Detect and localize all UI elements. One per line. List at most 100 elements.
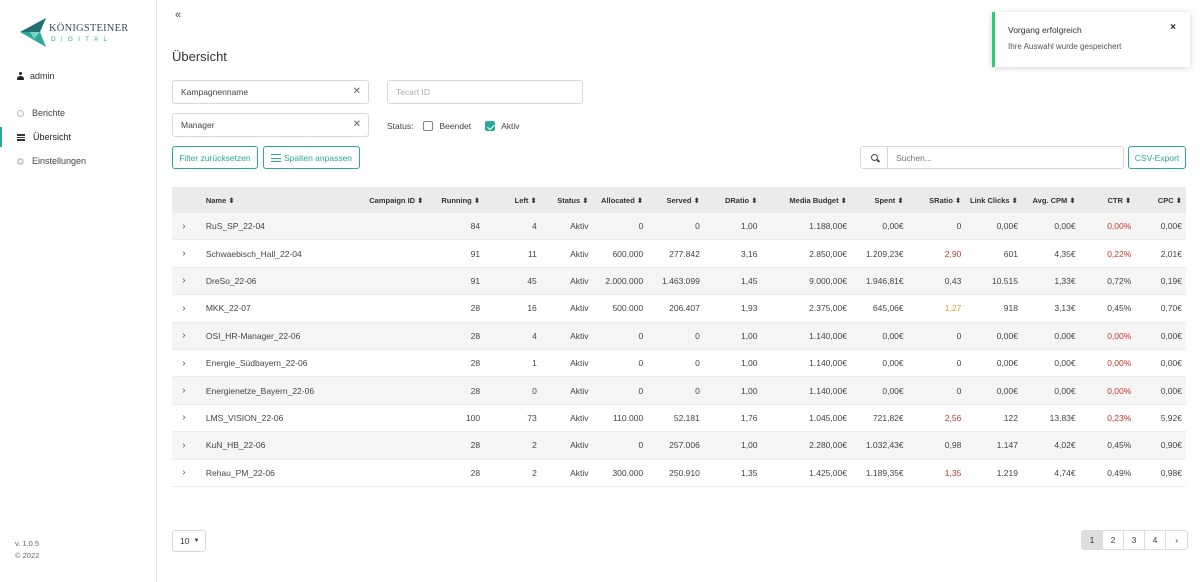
- column-header-status[interactable]: Status ⬍: [543, 196, 595, 205]
- expand-row-icon[interactable]: ›: [172, 412, 196, 423]
- cell-alloc: 0: [638, 385, 644, 396]
- sidebar-item-label: Einstellungen: [32, 156, 87, 166]
- column-header-media-budget[interactable]: Media Budget ⬍: [764, 196, 853, 205]
- expand-row-icon[interactable]: ›: [172, 467, 196, 478]
- column-header-campaign-id[interactable]: Campaign ID ⬍: [343, 196, 429, 205]
- user-menu[interactable]: admin: [17, 71, 55, 81]
- sidebar-item-uebersicht[interactable]: Übersicht: [0, 125, 156, 149]
- cell-name: MKK_22-07: [205, 303, 251, 314]
- cell-dratio: 1,35: [740, 467, 758, 478]
- expand-row-icon[interactable]: ›: [172, 330, 196, 341]
- status-label: Status:: [387, 121, 414, 131]
- cell-sratio: 1,35: [944, 467, 962, 478]
- reset-filter-button[interactable]: Filter zurücksetzen: [172, 146, 258, 169]
- table-row[interactable]: › Schwaebisch_Hall_22-04 91 11 Aktiv 600.000 2…: [172, 240, 1186, 268]
- cell-media: 1.045,00€: [809, 412, 847, 423]
- company-logo[interactable]: KÖNIGSTEINER DIGITAL: [20, 18, 130, 48]
- column-header-sratio[interactable]: SRatio ⬍: [910, 196, 968, 205]
- campaign-name-filter[interactable]: Kampagnenname ✕: [172, 80, 369, 104]
- cell-cpm: 4,74€: [1054, 467, 1076, 478]
- table-row[interactable]: › OSI_HR-Manager_22-06 28 4 Aktiv 0 0 1,00 1.140…: [172, 322, 1186, 350]
- cell-served: 0: [695, 330, 700, 341]
- cell-ctr: 0,22%: [1107, 248, 1132, 259]
- sliders-icon: [270, 153, 281, 162]
- cell-media: 1.140,00€: [809, 358, 847, 369]
- page-button[interactable]: 3: [1124, 531, 1145, 549]
- success-toast: Vorgang erfolgreich Ihre Auswahl wurde g…: [992, 12, 1190, 67]
- cell-media: 2.280,00€: [809, 440, 847, 451]
- column-header-allocated[interactable]: Allocated ⬍: [595, 196, 650, 205]
- page-button[interactable]: 4: [1145, 531, 1166, 549]
- column-header-name[interactable]: Name ⬍: [196, 196, 343, 205]
- sidebar-item-berichte[interactable]: Berichte: [0, 101, 156, 125]
- search-button[interactable]: [861, 147, 888, 168]
- close-icon[interactable]: ×: [1170, 22, 1176, 33]
- cell-run: 28: [470, 440, 481, 451]
- expand-row-icon[interactable]: ›: [172, 221, 196, 232]
- cell-name: Energie_Südbayern_22-06: [205, 358, 308, 369]
- cell-dratio: 1,00: [740, 221, 758, 232]
- cell-name: Energienetze_Bayern_22-06: [205, 385, 315, 396]
- cell-alloc: 0: [638, 440, 644, 451]
- cell-sratio: 0,43: [944, 275, 962, 286]
- column-header-dratio[interactable]: DRatio ⬍: [706, 196, 764, 205]
- column-header-ctr[interactable]: CTR ⬍: [1082, 196, 1138, 205]
- cell-cpm: 0,00€: [1054, 330, 1076, 341]
- table-row[interactable]: › RuS_SP_22-04 84 4 Aktiv 0 0 1,00 1.188,00€ 0,00…: [172, 213, 1186, 241]
- table-row[interactable]: › Energienetze_Bayern_22-06 28 0 Aktiv 0 0 1,00…: [172, 377, 1186, 405]
- cell-ctr: 0,00%: [1107, 330, 1132, 341]
- cell-sratio: 1,27: [944, 303, 962, 314]
- collapse-sidebar-button[interactable]: «: [175, 9, 181, 21]
- adjust-columns-button[interactable]: Spalten anpassen: [263, 146, 360, 169]
- page-button[interactable]: 2: [1103, 531, 1124, 549]
- cell-alloc: 0: [638, 221, 644, 232]
- table-row[interactable]: › Rehau_PM_22-06 28 2 Aktiv 300.000 250.910 1,3…: [172, 459, 1186, 487]
- status-ended-label: Beendet: [439, 121, 472, 131]
- column-header-avg-cpm[interactable]: Avg. CPM ⬍: [1024, 196, 1082, 205]
- table-row[interactable]: › MKK_22-07 28 16 Aktiv 500.000 206.407 1,93 2.3…: [172, 295, 1186, 323]
- cell-ctr: 0,45%: [1107, 303, 1132, 314]
- cell-media: 1.140,00€: [809, 385, 847, 396]
- expand-row-icon[interactable]: ›: [172, 275, 196, 286]
- page-button[interactable]: 1: [1082, 531, 1103, 549]
- clear-icon[interactable]: ✕: [353, 119, 361, 130]
- cell-run: 28: [470, 385, 481, 396]
- column-header-left[interactable]: Left ⬍: [486, 196, 543, 205]
- sidebar-item-einstellungen[interactable]: Einstellungen: [0, 149, 156, 173]
- column-header-spent[interactable]: Spent ⬍: [853, 196, 910, 205]
- sidebar-nav: Berichte Übersicht Einstellungen: [0, 101, 156, 173]
- column-header-cpc[interactable]: CPC ⬍: [1137, 196, 1186, 205]
- cell-spent: 0,00€: [882, 358, 904, 369]
- table-row[interactable]: › DreSo_22-06 91 45 Aktiv 2.000.000 1.463.099 1…: [172, 267, 1186, 296]
- cell-spent: 1.189,35€: [865, 467, 904, 478]
- expand-row-icon[interactable]: ›: [172, 248, 196, 259]
- cell-spent: 1.946,81€: [865, 275, 904, 286]
- table-row[interactable]: › LMS_VISION_22-06 100 73 Aktiv 110.000 52.181…: [172, 404, 1186, 433]
- search-input[interactable]: [888, 147, 1118, 168]
- column-header-link-clicks[interactable]: Link Clicks ⬍: [967, 196, 1024, 205]
- cell-link: 10.515: [991, 275, 1018, 286]
- cell-status: Aktiv: [570, 358, 589, 369]
- version-info: v. 1.0.5 © 2022: [15, 538, 39, 562]
- tecart-id-input[interactable]: Tecart ID: [387, 80, 583, 104]
- expand-row-icon[interactable]: ›: [172, 385, 196, 396]
- column-header-served[interactable]: Served ⬍: [649, 196, 706, 205]
- manager-filter[interactable]: Manager ✕: [172, 113, 369, 137]
- csv-export-label: CSV-Export: [1134, 152, 1180, 163]
- status-active-checkbox[interactable]: [485, 121, 496, 131]
- next-page-button[interactable]: ›: [1166, 531, 1187, 549]
- cell-served: 0: [695, 385, 700, 396]
- table-row[interactable]: › Energie_Südbayern_22-06 28 1 Aktiv 0 0 1,00 1.…: [172, 349, 1186, 378]
- expand-row-icon[interactable]: ›: [172, 440, 196, 451]
- column-header-running[interactable]: Running ⬍: [429, 196, 486, 205]
- status-ended-checkbox[interactable]: [423, 121, 434, 131]
- csv-export-button[interactable]: CSV-Export: [1128, 146, 1186, 169]
- cell-sratio: 0: [956, 358, 962, 369]
- clear-icon[interactable]: ✕: [353, 86, 361, 97]
- expand-row-icon[interactable]: ›: [172, 358, 196, 369]
- copyright: © 2022: [15, 551, 40, 560]
- cell-left: 4: [532, 221, 537, 232]
- page-size-select[interactable]: 10 ▼: [172, 530, 206, 552]
- expand-row-icon[interactable]: ›: [172, 303, 196, 314]
- table-row[interactable]: › KuN_HB_22-06 28 2 Aktiv 0 257.006 1,00 2.280,0…: [172, 432, 1186, 460]
